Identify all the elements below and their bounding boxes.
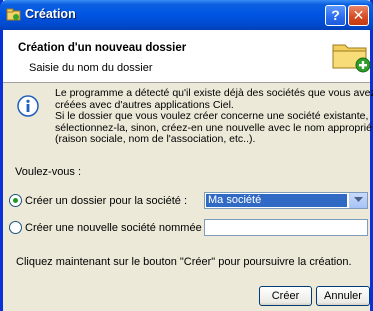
existing-company-label[interactable]: Créer un dossier pour la société : <box>25 195 187 207</box>
company-select[interactable]: Ma société <box>204 192 368 209</box>
hint-text: Cliquez maintenant sur le bouton "Créer"… <box>16 256 352 268</box>
create-button[interactable]: Créer <box>259 286 312 306</box>
header-subtitle: Saisie du nom du dossier <box>29 62 153 74</box>
existing-company-radio[interactable] <box>9 194 22 207</box>
window-title: Création <box>25 7 76 21</box>
cancel-button[interactable]: Annuler <box>316 286 370 306</box>
help-button[interactable]: ? <box>325 5 346 26</box>
chevron-down-icon[interactable] <box>349 193 367 208</box>
new-company-name-field[interactable] <box>204 219 368 236</box>
new-company-radio[interactable] <box>9 221 22 234</box>
app-icon <box>6 8 21 21</box>
info-line: Si le dossier que vous voulez créer conc… <box>55 110 369 122</box>
info-line: Le programme a détecté qu'il existe déjà… <box>55 87 373 99</box>
new-company-label[interactable]: Créer une nouvelle société nommée : <box>25 222 208 234</box>
info-line: (raison sociale, nom de l'association, e… <box>55 133 256 145</box>
folder-add-icon <box>332 44 371 73</box>
header-title: Création d'un nouveau dossier <box>18 42 187 54</box>
company-select-value: Ma société <box>206 194 347 207</box>
info-message: Le programme a détecté qu'il existe déjà… <box>55 87 373 146</box>
title-bar[interactable]: Création ? ✕ <box>0 0 373 30</box>
wizard-header: Création d'un nouveau dossier Saisie du … <box>3 30 371 83</box>
close-button[interactable]: ✕ <box>348 5 369 26</box>
info-icon <box>17 95 39 117</box>
creation-dialog: Création ? ✕ Création d'un nouveau dossi… <box>0 0 373 311</box>
question-label: Voulez-vous : <box>15 166 82 178</box>
